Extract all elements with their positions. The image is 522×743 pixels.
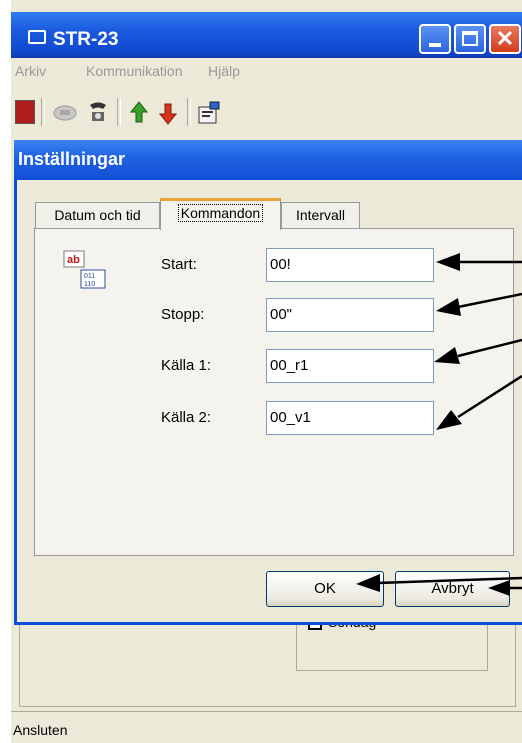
annotation-arrows — [356, 253, 522, 596]
